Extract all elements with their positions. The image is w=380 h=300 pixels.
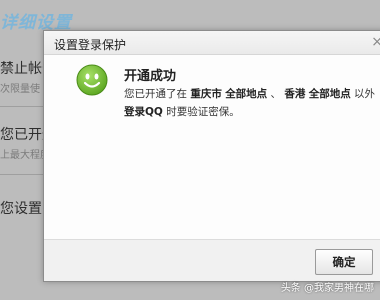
watermark: 头条 @我家男神在哪 (280, 283, 374, 294)
message-prefix: 您已开通了在 (124, 88, 191, 100)
message-city: 重庆市 (190, 88, 222, 100)
close-icon[interactable]: × (371, 34, 380, 50)
ok-button[interactable]: 确定 (315, 249, 373, 275)
message-city: 香港 (284, 88, 306, 100)
login-protection-dialog: 设置登录保护 × 开通成功 您已开通了在 重庆市 全部地点 、 香港 全部地点 … (43, 30, 380, 282)
dialog-header: 设置登录保护 × (44, 31, 380, 55)
background-divider (0, 174, 46, 175)
message-scope: 全部地点 (308, 88, 351, 100)
message-separator: 、 (267, 88, 285, 100)
background-row-sub: 次限量使 (0, 84, 40, 95)
background-divider (0, 106, 46, 107)
message-scope: 全部地点 (225, 88, 268, 100)
message-mid: 以外 (350, 88, 376, 100)
smiley-face-icon (76, 64, 108, 96)
dialog-title: 设置登录保护 (54, 38, 127, 52)
message-suffix: 时要验证密保。 (162, 106, 240, 118)
success-message: 您已开通了在 重庆市 全部地点 、 香港 全部地点 以外 登录QQ 时要验证密保… (124, 85, 380, 121)
success-title: 开通成功 (124, 69, 177, 84)
dialog-footer: 确定 (44, 239, 380, 281)
message-login-qq: 登录QQ (124, 106, 163, 118)
